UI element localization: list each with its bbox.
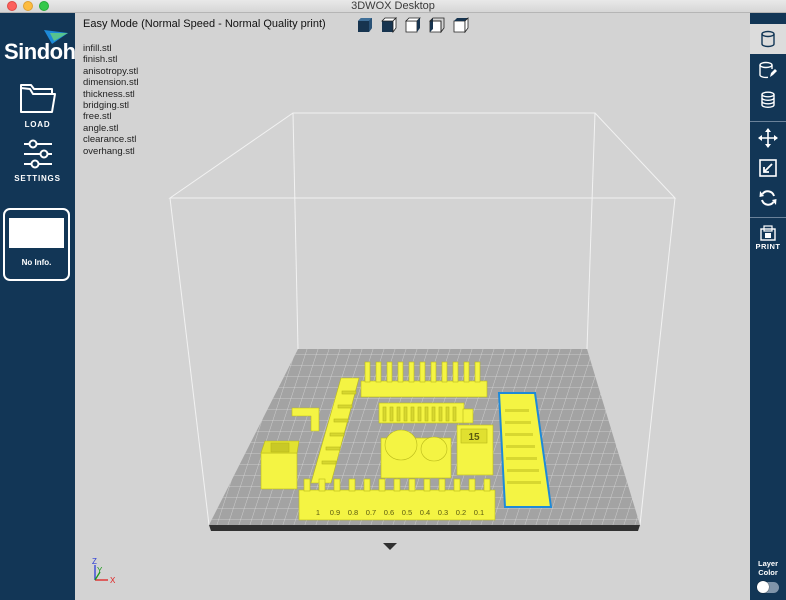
print-label: PRINT (755, 242, 781, 251)
scale-icon (759, 159, 777, 177)
layer-color-toggle[interactable] (757, 581, 779, 593)
svg-text:Z: Z (92, 557, 97, 566)
settings-button[interactable]: SETTINGS (0, 139, 75, 183)
printer-info-card[interactable]: No Info. (3, 208, 70, 281)
stack-icon (761, 91, 775, 108)
build-volume-scene[interactable]: 15 1 0.9 0.8 0.7 0.6 0.5 0.4 0.3 0.2 0.1… (75, 13, 750, 600)
right-toolbar: PRINT Layer Color (750, 13, 786, 600)
folder-icon (19, 84, 56, 113)
move-button[interactable] (750, 123, 786, 153)
print-bed-edge (209, 525, 640, 531)
layers-button[interactable] (750, 85, 786, 115)
toolbar-divider (750, 121, 786, 122)
svg-text:0.8: 0.8 (348, 508, 358, 517)
toggle-knob (757, 581, 769, 593)
window-titlebar: 3DWOX Desktop (0, 0, 786, 13)
toolbar-divider (750, 217, 786, 218)
layer-color-label: Layer Color (757, 559, 778, 577)
svg-text:0.6: 0.6 (384, 508, 394, 517)
edit-model-button[interactable] (750, 55, 786, 85)
cylinder-icon (761, 30, 775, 48)
rotate-icon (759, 190, 777, 206)
load-label: LOAD (24, 120, 51, 129)
bed-front-marker (383, 543, 397, 550)
printer-info-preview (9, 218, 64, 248)
svg-text:0.5: 0.5 (402, 508, 412, 517)
load-button[interactable]: LOAD (0, 83, 75, 129)
axis-indicator-icon: Z Y X (92, 557, 116, 585)
left-sidebar: Sindoh LOAD SETTINGS No Info. (0, 13, 76, 600)
window-title: 3DWOX Desktop (351, 0, 435, 12)
svg-text:0.9: 0.9 (330, 508, 340, 517)
rotate-button[interactable] (750, 183, 786, 213)
svg-text:0.4: 0.4 (420, 508, 430, 517)
thickness-model-label: 15 (468, 432, 480, 443)
svg-text:0.7: 0.7 (366, 508, 376, 517)
scale-button[interactable] (750, 153, 786, 183)
svg-text:0.3: 0.3 (438, 508, 448, 517)
sliders-icon (23, 139, 52, 169)
svg-text:1: 1 (316, 508, 320, 517)
svg-text:Y: Y (97, 566, 103, 575)
move-arrows-icon (758, 128, 778, 148)
3d-viewport[interactable]: Easy Mode (Normal Speed - Normal Quality… (75, 13, 750, 600)
svg-text:0.2: 0.2 (456, 508, 466, 517)
print-button[interactable]: PRINT (750, 220, 786, 256)
svg-text:X: X (110, 576, 116, 585)
printer-info-label: No Info. (21, 258, 52, 267)
cylinder-pencil-icon (759, 61, 777, 79)
brand-logo: Sindoh (4, 39, 76, 64)
settings-label: SETTINGS (14, 174, 61, 183)
print-icon (760, 225, 776, 241)
view-model-button[interactable] (750, 24, 786, 54)
svg-text:0.1: 0.1 (474, 508, 484, 517)
